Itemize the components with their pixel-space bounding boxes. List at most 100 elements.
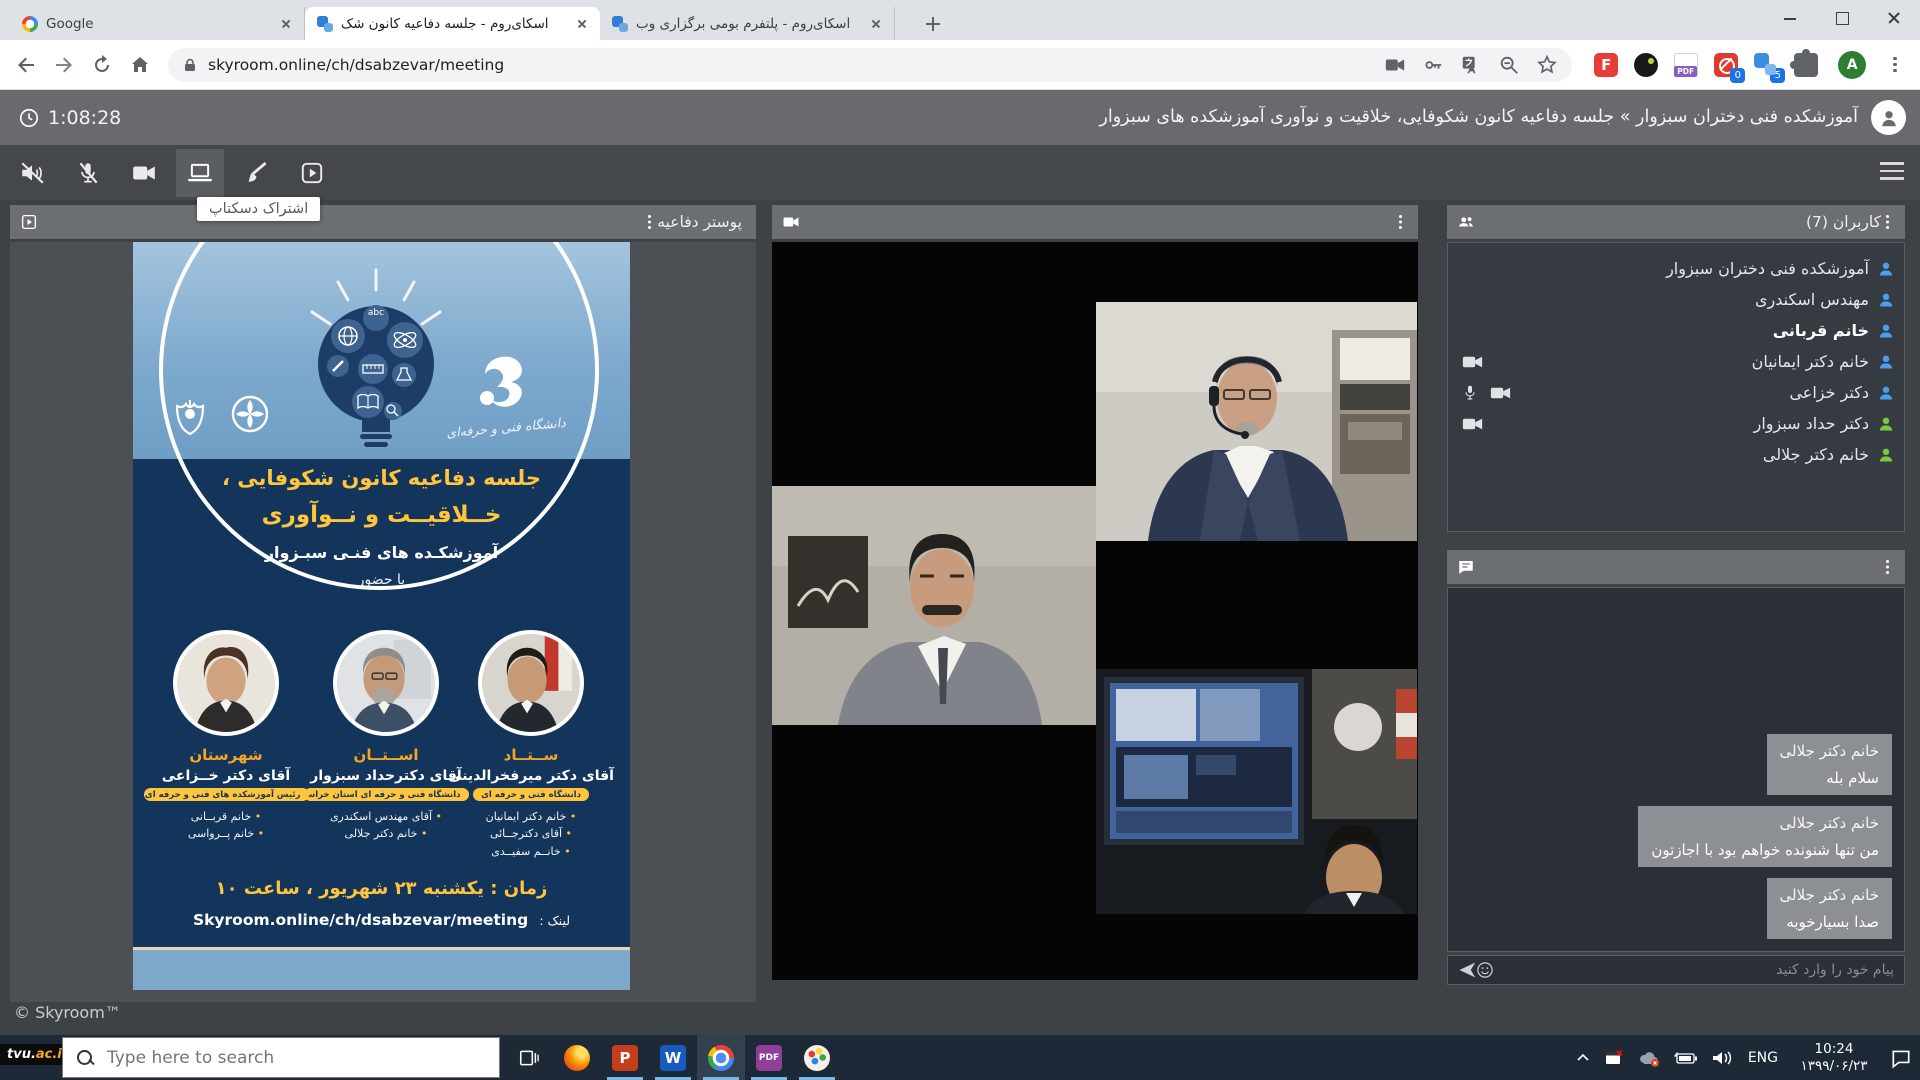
extensions-puzzle-icon[interactable]	[1790, 48, 1819, 77]
search-icon	[75, 1048, 95, 1068]
browser-tab[interactable]: Google	[10, 7, 305, 40]
user-row[interactable]: مهندس اسکندری	[1448, 284, 1904, 315]
browser-tab[interactable]: اسکای‌روم - جلسه دفاعیه کانون شک	[305, 7, 600, 40]
window-maximize-button[interactable]	[1816, 0, 1868, 36]
video-panel-header	[772, 205, 1418, 239]
app-label: PDF	[758, 1052, 780, 1063]
app-error-icon[interactable]	[1604, 1048, 1624, 1068]
onedrive-error-icon[interactable]	[1637, 1048, 1661, 1068]
home-icon[interactable]	[128, 53, 152, 77]
tray-chevron-icon[interactable]	[1575, 1050, 1591, 1066]
chat-input[interactable]	[1508, 962, 1894, 978]
taskbar-app[interactable]: W	[649, 1035, 697, 1080]
forward-icon[interactable]	[52, 53, 76, 77]
window-minimize-button[interactable]	[1764, 0, 1816, 36]
taskbar-app[interactable]: PDF	[745, 1035, 793, 1080]
camera-button[interactable]	[120, 149, 168, 197]
translate-icon[interactable]	[1460, 54, 1482, 76]
poster-bottom-strip	[133, 947, 630, 990]
chat-message: خانم دکتر جلالی سلام بله	[1766, 734, 1892, 795]
tab-close-icon[interactable]	[574, 16, 590, 32]
browser-tab[interactable]: اسکای‌روم - پلتفرم بومی برگزاری وب	[600, 7, 895, 40]
extension-skyroom-icon[interactable]: 5	[1754, 52, 1786, 83]
app-label: W	[664, 1048, 682, 1067]
column-badge: دانشگاه فنی و حرفه ای استان خراسان رضوی	[303, 788, 469, 801]
user-row[interactable]: خانم دکتر ایمانیان	[1448, 346, 1904, 377]
chat-message-text: سلام بله	[1826, 769, 1879, 787]
bookmark-star-icon[interactable]	[1536, 54, 1558, 76]
taskbar-app[interactable]	[697, 1035, 745, 1080]
taskbar-app[interactable]: P	[601, 1035, 649, 1080]
extension-adblock-icon[interactable]: 0	[1714, 52, 1746, 83]
window-close-button[interactable]	[1868, 0, 1920, 36]
reload-icon[interactable]	[90, 53, 114, 77]
user-row[interactable]: دکتر حداد سبزوار	[1448, 408, 1904, 439]
poster-title-line2: خــلاقیــت و نــوآوری	[261, 502, 502, 528]
extension-record-icon[interactable]	[1634, 52, 1659, 77]
address-bar[interactable]: skyroom.online/ch/dsabzevar/meeting	[168, 47, 1573, 82]
media-player-button[interactable]	[288, 149, 336, 197]
user-row[interactable]: آموزشکده فنی دختران سبزوار	[1448, 253, 1904, 284]
extension-f-icon[interactable]: F	[1594, 52, 1619, 77]
defense-poster: abc دانشگاه فنی و حرفه‌ای جلسه دفاعیه ک	[133, 242, 630, 990]
taskbar-app[interactable]	[793, 1035, 841, 1080]
university-logo	[463, 354, 541, 416]
new-tab-button[interactable]	[920, 11, 946, 37]
taskbar-app[interactable]	[553, 1035, 601, 1080]
skyroom-copyright: © Skyroom™	[14, 1003, 121, 1022]
camera-permission-icon[interactable]	[1384, 54, 1406, 76]
volume-icon[interactable]	[1711, 1049, 1735, 1067]
profile-avatar[interactable]: A	[1838, 50, 1867, 79]
taskbar-search[interactable]	[62, 1037, 500, 1078]
video-menu-icon[interactable]	[1394, 213, 1408, 231]
tab-title: اسکای‌روم - پلتفرم بومی برگزاری وب	[636, 15, 851, 32]
password-key-icon[interactable]	[1422, 54, 1444, 76]
chat-message: خانم دکتر جلالی من تنها شنونده خواهم بود…	[1638, 806, 1892, 867]
task-view-button[interactable]	[505, 1035, 553, 1080]
user-row[interactable]: خانم دکتر جلالی	[1448, 439, 1904, 470]
chat-panel-header	[1447, 550, 1905, 584]
meeting-header: 1:08:28 آموزشکده فنی دختران سبزوار » جلس…	[0, 90, 1920, 145]
extension-badge: 0	[1730, 67, 1746, 83]
chat-menu-icon[interactable]	[1881, 558, 1895, 576]
tab-title: اسکای‌روم - جلسه دفاعیه کانون شک	[341, 15, 549, 32]
user-row[interactable]: دکتر خزاعی	[1448, 377, 1904, 408]
column-speaker-name: آقای دکترحداد سبزوار	[310, 768, 462, 784]
emblem-fan-icon	[231, 395, 269, 433]
language-indicator[interactable]: ENG	[1748, 1050, 1778, 1066]
search-input[interactable]	[107, 1047, 487, 1068]
room-avatar[interactable]	[1871, 100, 1906, 135]
video-panel-icon	[783, 217, 799, 227]
url-text: skyroom.online/ch/dsabzevar/meeting	[208, 55, 505, 74]
browser-tabbar: Google اسکای‌روم - جلسه دفاعیه کانون شک …	[0, 0, 1920, 40]
speaker-muted-button[interactable]	[8, 149, 56, 197]
zoom-icon[interactable]	[1498, 54, 1520, 76]
mic-muted-button[interactable]	[64, 149, 112, 197]
tab-title: Google	[46, 15, 94, 32]
poster-link-label: لینک :	[539, 913, 571, 928]
user-row[interactable]: خانم قربانی	[1448, 315, 1904, 346]
poster-menu-icon[interactable]	[643, 213, 657, 231]
toolbar-menu-icon[interactable]	[1880, 162, 1904, 182]
browser-menu-icon[interactable]	[1882, 53, 1906, 77]
action-center-icon[interactable]	[1890, 1047, 1912, 1069]
chat-icon	[1459, 561, 1473, 574]
tab-close-icon[interactable]	[278, 16, 294, 32]
bulb-abc-label: abc	[367, 308, 385, 318]
users-menu-icon[interactable]	[1881, 213, 1895, 231]
tab-close-icon[interactable]	[868, 16, 884, 32]
extension-pdf-icon[interactable]: PDF	[1674, 52, 1699, 77]
tray-time: 10:24	[1814, 1040, 1854, 1057]
battery-icon[interactable]	[1673, 1051, 1698, 1065]
poster-link-line: Skyroom.online/ch/dsabzevar/meeting لینک…	[133, 910, 630, 929]
back-icon[interactable]	[14, 53, 38, 77]
send-icon[interactable]	[1458, 961, 1476, 979]
emoji-icon[interactable]	[1476, 961, 1494, 979]
poster-column-province: اســتــان آقای دکترحداد سبزوار دانشگاه ف…	[301, 746, 471, 840]
pdf-label: PDF	[1674, 65, 1698, 77]
clock-date[interactable]: 10:24 ۱۳۹۹/۰۶/۲۳	[1791, 1041, 1877, 1075]
whiteboard-button[interactable]	[232, 149, 280, 197]
users-panel-header: کاربران (7)	[1447, 205, 1905, 239]
screen-share-button[interactable]	[176, 148, 224, 197]
user-name: آموزشکده فنی دختران سبزوار	[1666, 259, 1869, 278]
